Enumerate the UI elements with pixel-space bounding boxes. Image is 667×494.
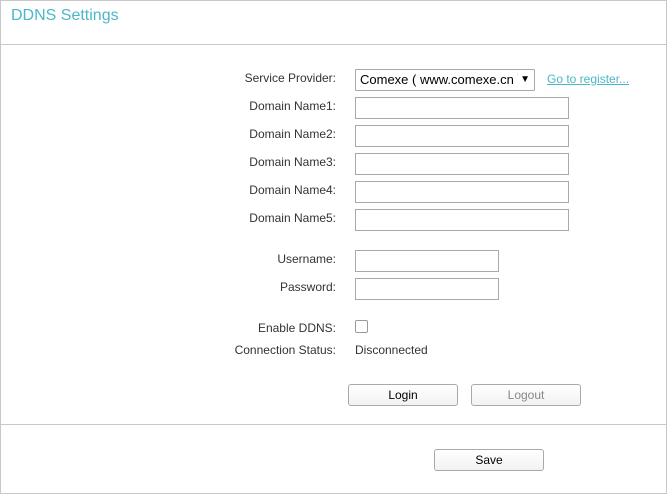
login-button[interactable]: Login bbox=[348, 384, 458, 406]
service-provider-value: Comexe ( www.comexe.cn ) bbox=[360, 72, 518, 87]
page-title: DDNS Settings bbox=[11, 7, 119, 24]
password-input[interactable] bbox=[355, 278, 499, 300]
enable-ddns-checkbox[interactable] bbox=[355, 320, 368, 333]
domain-name-3-label: Domain Name3: bbox=[249, 155, 336, 169]
password-label: Password: bbox=[279, 280, 336, 294]
header-divider bbox=[1, 44, 666, 45]
username-label: Username: bbox=[277, 252, 336, 266]
register-link[interactable]: Go to register... bbox=[547, 72, 629, 86]
domain-name-4-input[interactable] bbox=[355, 181, 569, 203]
username-input[interactable] bbox=[355, 250, 499, 272]
save-button[interactable]: Save bbox=[434, 449, 544, 471]
domain-name-3-input[interactable] bbox=[355, 153, 569, 175]
domain-name-1-label: Domain Name1: bbox=[249, 99, 336, 113]
footer-divider bbox=[1, 424, 666, 425]
domain-name-5-label: Domain Name5: bbox=[249, 211, 336, 225]
domain-name-2-input[interactable] bbox=[355, 125, 569, 147]
domain-name-2-label: Domain Name2: bbox=[249, 127, 336, 141]
service-provider-label: Service Provider: bbox=[244, 71, 336, 85]
service-provider-select[interactable]: Comexe ( www.comexe.cn ) ▼ bbox=[355, 69, 535, 91]
domain-name-1-input[interactable] bbox=[355, 97, 569, 119]
domain-name-5-input[interactable] bbox=[355, 209, 569, 231]
enable-ddns-label: Enable DDNS: bbox=[257, 321, 336, 335]
dropdown-arrow-icon: ▼ bbox=[520, 74, 530, 85]
connection-status-label: Connection Status: bbox=[234, 343, 336, 357]
domain-name-4-label: Domain Name4: bbox=[249, 183, 336, 197]
logout-button[interactable]: Logout bbox=[471, 384, 581, 406]
connection-status-value: Disconnected bbox=[355, 343, 428, 357]
